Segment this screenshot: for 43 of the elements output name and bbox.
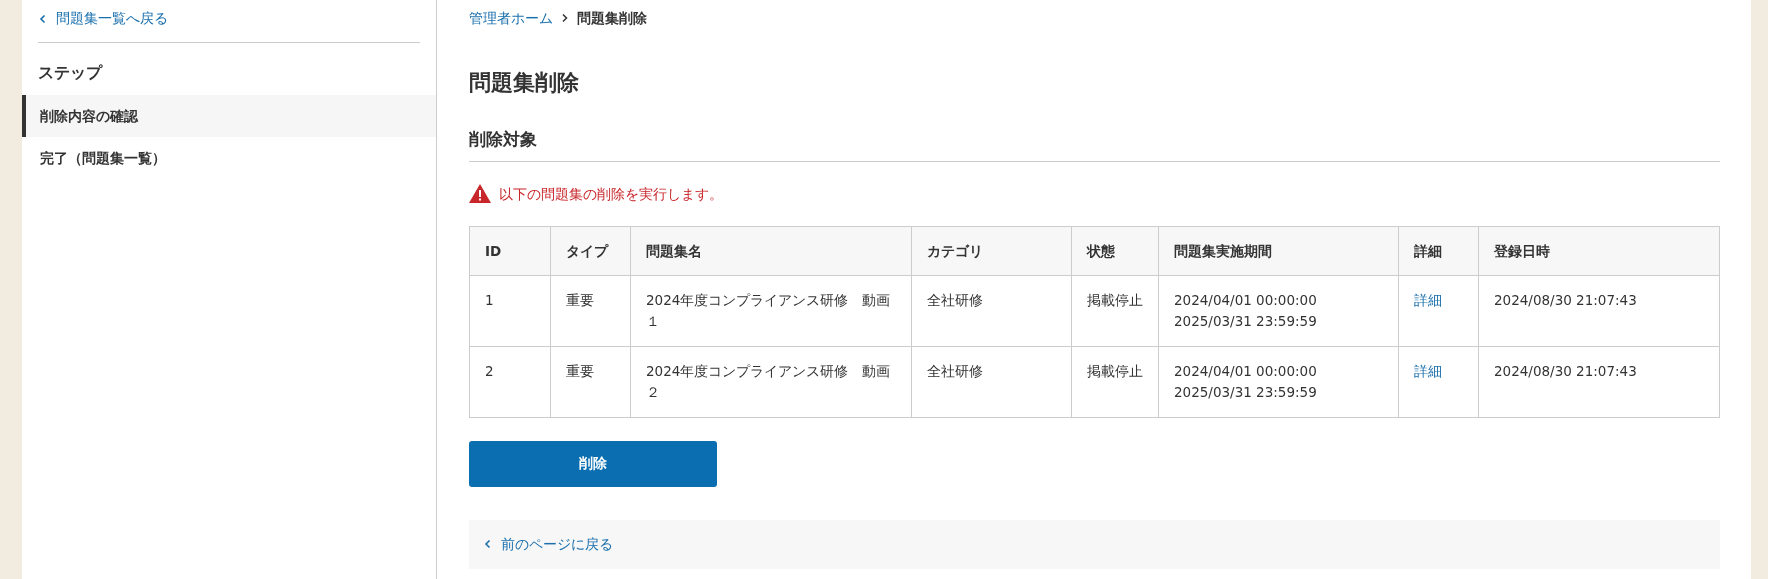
section-heading: 削除対象 [469, 127, 1720, 162]
table-cell: 2024年度コンプライアンス研修 動画１ [630, 275, 912, 347]
table-cell: 2024年度コンプライアンス研修 動画２ [630, 346, 912, 418]
chevron-left-icon [38, 13, 48, 24]
table-cell: 掲載停止 [1071, 275, 1159, 347]
column-header: ID [469, 226, 551, 276]
warning-message: 以下の問題集の削除を実行します。 [499, 184, 723, 204]
column-header: 状態 [1071, 226, 1159, 276]
breadcrumb-link[interactable]: 管理者ホーム [469, 8, 553, 29]
period-start: 2024/04/01 00:00:00 [1174, 291, 1318, 311]
column-header: 問題集名 [630, 226, 912, 276]
column-header: タイプ [550, 226, 631, 276]
table-cell: 重要 [550, 275, 631, 347]
step-item: 削除内容の確認 [22, 94, 436, 137]
table-cell: 全社研修 [911, 275, 1072, 347]
chevron-left-icon [483, 539, 493, 550]
column-header: 問題集実施期間 [1158, 226, 1399, 276]
link-text: 前のページに戻る [501, 534, 613, 554]
page-title: 問題集削除 [469, 69, 580, 98]
step-item: 完了（問題集一覧） [39, 148, 167, 168]
delete-button[interactable]: 削除 [469, 440, 717, 487]
period-start: 2024/04/01 00:00:00 [1174, 362, 1318, 382]
table-cell: 掲載停止 [1071, 346, 1159, 418]
table-cell: 重要 [550, 346, 631, 418]
warning-icon [469, 184, 491, 204]
chevron-right-icon [561, 13, 569, 24]
period-end: 2025/03/31 23:59:59 [1174, 383, 1318, 402]
period-end: 2025/03/31 23:59:59 [1174, 312, 1318, 332]
link-text: 問題集一覧へ戻る [56, 9, 168, 28]
table-cell: 2 [469, 346, 551, 418]
breadcrumb-current: 問題集削除 [577, 9, 647, 28]
detail-link[interactable]: 詳細 [1414, 363, 1442, 380]
detail-link[interactable]: 詳細 [1414, 292, 1442, 309]
table-cell: 1 [469, 275, 551, 347]
back-link[interactable]: 問題集一覧へ戻る [38, 8, 168, 29]
steps-heading: ステップ [37, 61, 104, 84]
column-header: 詳細 [1398, 226, 1479, 276]
table-cell: 2024/08/30 21:07:43 [1478, 346, 1720, 418]
table-cell: 全社研修 [911, 346, 1072, 418]
previous-page-link[interactable]: 前のページに戻る [483, 533, 613, 555]
column-header: 登録日時 [1478, 226, 1720, 276]
column-header: カテゴリ [911, 226, 1072, 276]
table-cell: 2024/08/30 21:07:43 [1478, 275, 1720, 347]
